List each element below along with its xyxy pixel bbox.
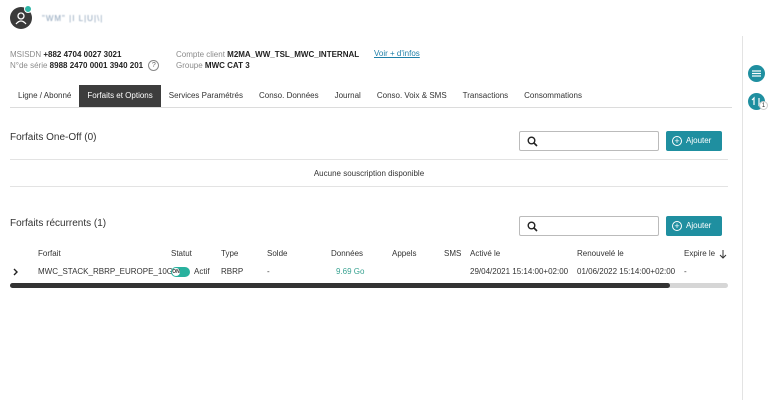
col-type[interactable]: Type bbox=[221, 247, 238, 261]
list-panel-button[interactable] bbox=[748, 65, 765, 82]
table-row[interactable]: MWC_STACK_RBRP_EUROPE_10GB ON Actif RBRP… bbox=[10, 265, 730, 281]
tab-journal[interactable]: Journal bbox=[327, 85, 369, 107]
col-statut[interactable]: Statut bbox=[171, 247, 192, 261]
group-value: MWC CAT 3 bbox=[204, 61, 250, 70]
tab-conso-donnees[interactable]: Conso. Données bbox=[251, 85, 327, 107]
help-icon[interactable]: ? bbox=[148, 60, 160, 72]
user-lock-icon bbox=[15, 12, 27, 25]
cell-active-le: 29/04/2021 15:14:00+02:00 bbox=[470, 267, 569, 276]
serial-label: N°de série bbox=[10, 61, 48, 70]
msisdn-label: MSISDN bbox=[10, 50, 42, 59]
col-forfait[interactable]: Forfait bbox=[38, 247, 61, 261]
col-appels[interactable]: Appels bbox=[392, 247, 416, 261]
scrollbar-thumb[interactable] bbox=[10, 283, 670, 288]
recurring-add-label: Ajouter bbox=[686, 221, 712, 230]
search-icon bbox=[527, 136, 538, 147]
cell-donnees: 9.69 Go bbox=[336, 267, 365, 276]
top-bar: "WM" |I L|U|\| bbox=[0, 0, 742, 36]
tab-bar: Ligne / Abonné Forfaits et Options Servi… bbox=[10, 85, 590, 107]
col-solde[interactable]: Solde bbox=[267, 247, 287, 261]
status-toggle[interactable]: ON bbox=[171, 267, 190, 277]
group-label: Groupe bbox=[176, 61, 203, 70]
search-icon bbox=[527, 221, 538, 232]
col-renouvele-le[interactable]: Renouvelé le bbox=[577, 247, 624, 261]
client-label: Compte client bbox=[176, 50, 225, 59]
one-off-add-label: Ajouter bbox=[686, 136, 712, 145]
one-off-title: Forfaits One-Off (0) bbox=[10, 132, 97, 143]
recurring-add-button[interactable]: + Ajouter bbox=[666, 216, 722, 236]
cell-statut: Actif bbox=[194, 267, 210, 276]
plus-circle-icon: + bbox=[672, 136, 682, 146]
tab-services-parametres[interactable]: Services Paramétrés bbox=[161, 85, 251, 107]
col-sms[interactable]: SMS bbox=[444, 247, 461, 261]
col-donnees[interactable]: Données bbox=[331, 247, 363, 261]
table-header: Forfait Statut Type Solde Données Appels… bbox=[10, 247, 730, 263]
list-icon bbox=[752, 70, 761, 77]
recurring-search-input[interactable] bbox=[519, 216, 659, 236]
line-info-left: MSISDN +882 4704 0027 3021 N°de série 89… bbox=[10, 49, 160, 72]
cell-solde: - bbox=[267, 267, 270, 276]
tab-consommations[interactable]: Consommations bbox=[516, 85, 590, 107]
cell-renouvele-le: 01/06/2022 15:14:00+02:00 bbox=[577, 267, 676, 276]
notification-badge: 1 bbox=[759, 101, 768, 110]
toggle-text: ON bbox=[172, 269, 180, 275]
cell-type: RBRP bbox=[221, 267, 244, 276]
col-active-le[interactable]: Activé le bbox=[470, 247, 500, 261]
chevron-right-icon[interactable] bbox=[12, 268, 19, 276]
status-dot bbox=[24, 5, 32, 13]
tab-conso-voix-sms[interactable]: Conso. Voix & SMS bbox=[369, 85, 455, 107]
one-off-search-input[interactable] bbox=[519, 131, 659, 151]
empty-message: Aucune souscription disponible bbox=[10, 159, 728, 187]
one-off-add-button[interactable]: + Ajouter bbox=[666, 131, 722, 151]
recurring-title: Forfaits récurrents (1) bbox=[10, 218, 107, 229]
line-info-right: Compte client M2MA_WW_TSL_MWC_INTERNAL G… bbox=[176, 49, 359, 71]
sort-arrow-down-icon[interactable] bbox=[719, 249, 727, 259]
brand-name: "WM" |I L|U|\| bbox=[42, 14, 104, 23]
transfer-panel-button[interactable]: 1 bbox=[748, 93, 768, 110]
tab-transactions[interactable]: Transactions bbox=[455, 85, 517, 107]
right-side-panel: 1 bbox=[742, 36, 768, 400]
horizontal-scrollbar[interactable] bbox=[10, 283, 728, 288]
col-expire-le[interactable]: Expire le bbox=[684, 247, 715, 261]
plus-circle-icon: + bbox=[672, 221, 682, 231]
msisdn-value: +882 4704 0027 3021 bbox=[43, 50, 122, 59]
client-value: M2MA_WW_TSL_MWC_INTERNAL bbox=[227, 50, 360, 59]
more-info-link[interactable]: Voir + d'infos bbox=[374, 49, 420, 58]
tab-ligne-abonne[interactable]: Ligne / Abonné bbox=[10, 85, 79, 107]
cell-expire-le: - bbox=[684, 267, 687, 276]
serial-value: 8988 2470 0001 3940 201 bbox=[49, 61, 144, 70]
tab-forfaits-options[interactable]: Forfaits et Options bbox=[79, 85, 161, 107]
recurring-table: Forfait Statut Type Solde Données Appels… bbox=[10, 247, 730, 281]
cell-forfait: MWC_STACK_RBRP_EUROPE_10GB bbox=[38, 267, 179, 276]
tab-divider bbox=[10, 107, 732, 108]
